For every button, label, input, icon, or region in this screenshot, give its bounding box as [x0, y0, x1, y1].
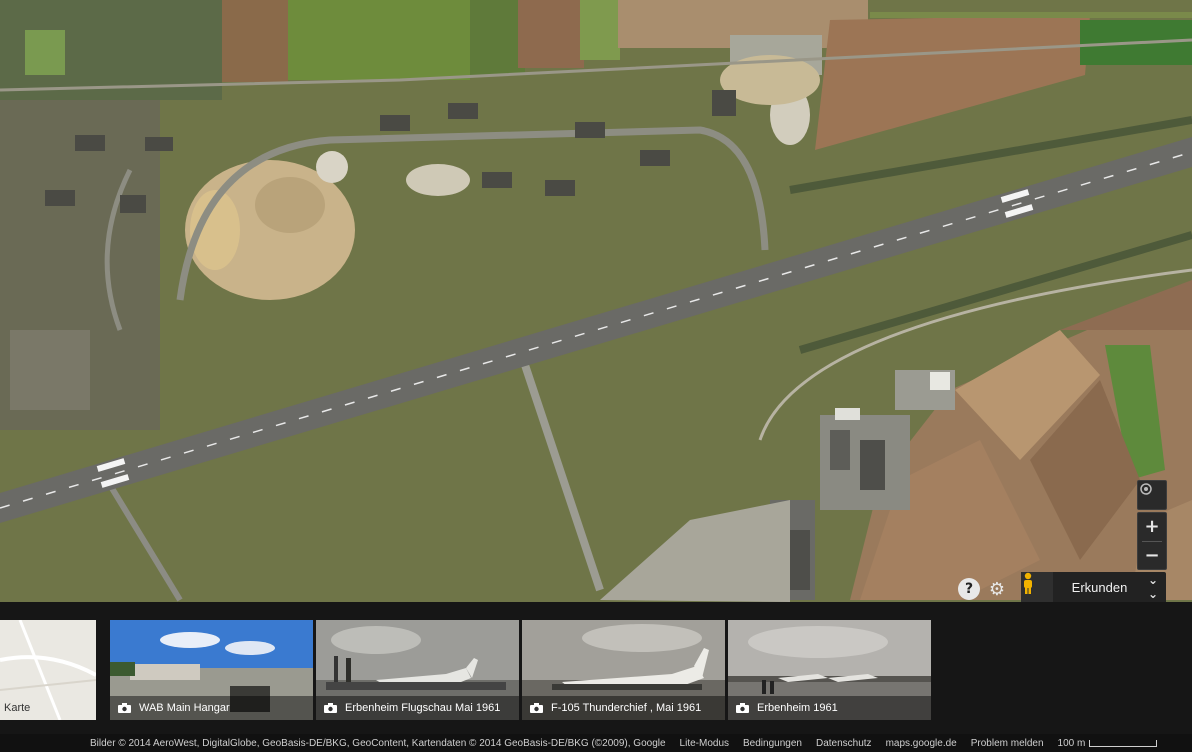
scale-line — [1089, 739, 1158, 747]
thumbnail-caption: Erbenheim Flugschau Mai 1961 — [345, 702, 501, 714]
pegman-button[interactable] — [1021, 572, 1053, 602]
zoom-control: + − — [1137, 512, 1167, 570]
photo-thumbnail[interactable]: Erbenheim 1961 — [728, 620, 931, 720]
camera-icon — [530, 703, 543, 713]
map-footer: Bilder © 2014 AeroWest, DigitalGlobe, Ge… — [0, 734, 1192, 752]
map-view-thumbnail[interactable]: Karte — [0, 620, 96, 720]
scale-label: 100 m — [1057, 737, 1086, 749]
satellite-map[interactable]: + − ? ⚙ Erkunden ⌄ ⌄ — [0, 0, 1192, 602]
settings-button[interactable]: ⚙ — [986, 578, 1008, 600]
explore-panel-toggle[interactable]: Erkunden ⌄ ⌄ — [1021, 572, 1166, 602]
photo-thumbnail[interactable]: Erbenheim Flugschau Mai 1961 — [316, 620, 519, 720]
photo-thumbnail[interactable]: F-105 Thunderchief , Mai 1961 — [522, 620, 725, 720]
help-button[interactable]: ? — [958, 578, 980, 600]
camera-icon — [324, 703, 337, 713]
pegman-icon — [1024, 572, 1032, 594]
double-chevron-down-icon: ⌄ ⌄ — [1147, 573, 1159, 601]
satellite-imagery — [0, 0, 1192, 602]
camera-icon — [736, 703, 749, 713]
zoom-in-button[interactable]: + — [1138, 513, 1166, 541]
report-problem-link[interactable]: Problem melden — [971, 738, 1044, 749]
thumbnail-caption: WAB Main Hangar — [139, 702, 230, 714]
my-location-icon — [1140, 483, 1152, 495]
terms-link[interactable]: Bedingungen — [743, 738, 802, 749]
scale-bar[interactable]: 100 m — [1058, 738, 1158, 749]
zoom-out-button[interactable]: − — [1138, 541, 1166, 569]
photo-thumbnail[interactable]: WAB Main Hangar — [110, 620, 313, 720]
privacy-link[interactable]: Datenschutz — [816, 738, 872, 749]
lite-mode-link[interactable]: Lite-Modus — [680, 738, 729, 749]
thumbnail-caption: Erbenheim 1961 — [757, 702, 838, 714]
attribution-text: Bilder © 2014 AeroWest, DigitalGlobe, Ge… — [90, 737, 666, 749]
gear-icon: ⚙ — [988, 578, 1006, 600]
photo-strip: Karte WAB Main Hangar Erbenheim Flugscha… — [0, 602, 1192, 734]
camera-icon — [118, 703, 131, 713]
explore-label: Erkunden — [1071, 579, 1128, 595]
maps-link[interactable]: maps.google.de — [886, 738, 957, 749]
thumbnail-caption: F-105 Thunderchief , Mai 1961 — [551, 702, 702, 714]
thumbnail-caption: Karte — [4, 702, 31, 714]
my-location-button[interactable] — [1137, 480, 1167, 510]
